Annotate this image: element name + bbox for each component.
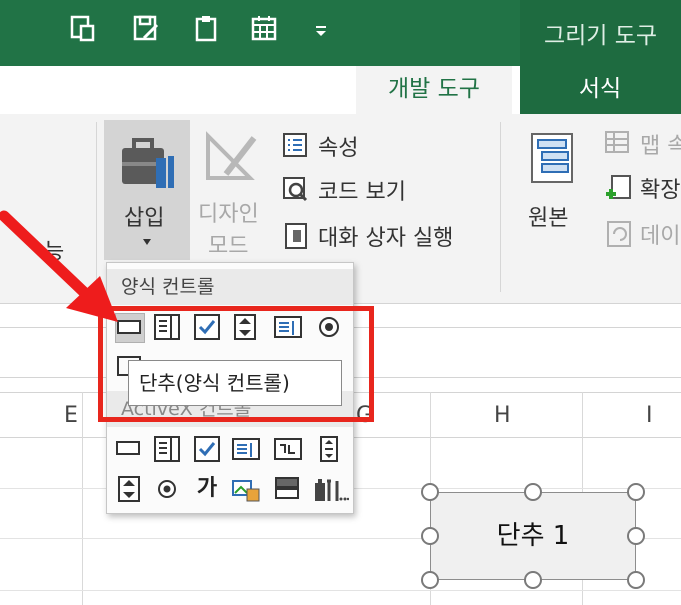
toolbox-icon [122,138,174,188]
expansion-packs-icon [606,175,631,199]
qat-dropdown-icon[interactable] [312,14,330,42]
calendar-icon[interactable] [250,14,278,42]
activex-scroll-bar-icon[interactable] [315,435,343,463]
grid-line [82,392,83,605]
context-tab-group-label: 그리기 도구 [543,23,658,49]
resize-handle[interactable] [421,571,439,589]
insert-label: 삽입 [124,206,165,231]
tab-data[interactable]: 이터 [62,66,112,114]
xml-source-icon [531,133,573,183]
properties-button[interactable]: 속성 [318,130,358,162]
column-header-e[interactable]: E [64,403,78,428]
touch-mode-icon[interactable] [68,14,96,42]
design-mode-label-line2[interactable]: 모드 [208,228,248,260]
activex-checkbox-icon[interactable] [193,435,221,463]
activex-label-icon[interactable]: 가 [193,475,221,503]
design-mode-icon [206,131,257,180]
activex-text-box-icon[interactable] [273,435,302,463]
tab-developer[interactable]: 개발 도구 [356,66,512,114]
activex-image-icon[interactable] [231,475,260,503]
resize-handle[interactable] [524,483,542,501]
activex-button-icon[interactable] [115,435,143,463]
tab-view[interactable]: 보기 [262,66,334,114]
ribbon-separator-2 [500,122,501,292]
source-button[interactable]: 원본 [528,200,568,232]
resize-handle[interactable] [627,571,645,589]
tab-review[interactable]: 검토 [158,66,230,114]
properties-icon [283,133,307,157]
expansion-packs-button[interactable]: 확장 [640,172,680,204]
view-code-icon [283,177,308,202]
clipboard-icon[interactable] [192,14,220,42]
column-header-h[interactable]: H [494,403,511,428]
view-code-button[interactable]: 코드 보기 [318,174,406,206]
resize-handle[interactable] [627,483,645,501]
highlight-box [98,306,374,422]
activex-combo-box-icon[interactable] [153,435,181,463]
resize-handle[interactable] [524,571,542,589]
design-mode-label-line1[interactable]: 디자인 [198,196,259,228]
more-controls-icon[interactable] [313,475,350,503]
red-arrow-annotation [0,210,118,322]
refresh-data-icon [607,221,631,247]
tab-format[interactable]: 서식 [540,66,660,114]
grid-line [0,590,681,591]
activex-toggle-button-icon[interactable] [273,475,301,503]
refresh-data-button[interactable]: 데이 [640,218,680,250]
form-controls-header: 양식 컨트롤 [107,269,353,305]
activex-option-button-icon[interactable] [153,475,181,503]
resize-handle[interactable] [421,527,439,545]
resize-handle[interactable] [627,527,645,545]
save-as-icon[interactable] [132,14,160,42]
activex-list-box-icon[interactable] [231,435,260,463]
resize-handle[interactable] [421,483,439,501]
activex-spin-button-icon[interactable] [115,475,143,503]
run-dialog-icon [285,223,307,249]
column-header-i[interactable]: I [646,403,653,428]
worksheet-button[interactable]: 단추 1 [430,492,636,580]
map-properties-button[interactable]: 맵 속 [640,128,681,160]
chevron-down-icon [143,239,151,245]
run-dialog-button[interactable]: 대화 상자 실행 [318,220,453,252]
map-properties-icon [605,131,629,153]
